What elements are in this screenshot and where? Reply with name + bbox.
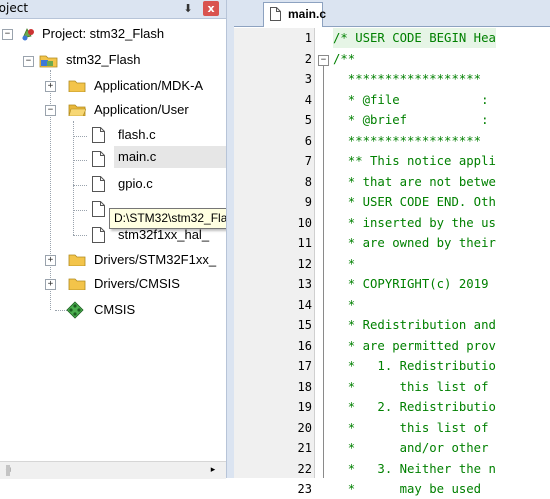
code-line[interactable]: /** xyxy=(333,49,355,69)
line-number: 17 xyxy=(297,359,312,373)
collapse-icon[interactable]: − xyxy=(45,105,56,116)
line-number: 7 xyxy=(304,154,312,168)
target-folder-icon xyxy=(39,55,58,68)
line-number: 4 xyxy=(304,92,312,107)
project-panel-title: roject xyxy=(0,1,29,15)
code-line[interactable]: ** This notice appli xyxy=(333,151,496,171)
line-number: 19 xyxy=(297,400,312,414)
close-icon[interactable]: x xyxy=(203,1,219,16)
fold-collapse-icon[interactable]: − xyxy=(318,55,329,66)
line-number: 20 xyxy=(297,420,312,435)
project-panel-header: roject ⬇ x xyxy=(0,0,226,19)
code-line[interactable]: * 3. Neither the n xyxy=(333,459,496,479)
code-line[interactable]: * that are not betwe xyxy=(333,172,496,192)
line-number: 18 xyxy=(297,379,312,394)
code-line[interactable]: * are owned by their xyxy=(333,233,496,253)
c-file-icon xyxy=(92,176,105,192)
scroll-thumb[interactable] xyxy=(6,465,10,476)
code-line[interactable]: * are permitted prov xyxy=(333,336,496,356)
line-number: 13 xyxy=(297,277,312,291)
tab-main-c[interactable]: main.c xyxy=(263,2,327,27)
tree-file-label-selected: main.c xyxy=(114,146,226,168)
code-line[interactable]: * USER CODE END. Oth xyxy=(333,192,496,212)
code-line[interactable]: ****************** xyxy=(333,69,481,89)
c-file-icon xyxy=(92,201,105,217)
expand-icon[interactable]: + xyxy=(45,279,56,290)
tree-item-cmsis[interactable]: CMSIS xyxy=(0,299,226,321)
code-line[interactable]: * may be used xyxy=(333,479,481,499)
code-line[interactable]: * 2. Redistributio xyxy=(333,397,496,417)
code-line[interactable]: * xyxy=(333,254,355,274)
code-line[interactable]: * this list of xyxy=(333,377,489,397)
collapse-icon[interactable]: − xyxy=(2,29,13,40)
code-line[interactable]: * xyxy=(333,295,355,315)
expand-icon[interactable]: + xyxy=(45,81,56,92)
tree-file-gpio[interactable]: gpio.c xyxy=(0,173,226,195)
project-panel: roject ⬇ x − Project: stm32_Flash − stm3… xyxy=(0,0,302,479)
tree-file-label: gpio.c xyxy=(118,176,153,191)
c-file-icon xyxy=(92,151,105,167)
project-icon xyxy=(22,28,34,41)
tree-group-label: Drivers/STM32F1xx_ xyxy=(94,252,217,267)
collapse-icon[interactable]: − xyxy=(23,56,34,67)
component-icon xyxy=(66,301,84,319)
line-number: 5 xyxy=(304,113,312,127)
line-number: 8 xyxy=(304,174,312,189)
tree-file-label: flash.c xyxy=(118,127,156,142)
line-number: 12 xyxy=(297,256,312,271)
folder-icon xyxy=(68,254,86,266)
folder-icon xyxy=(68,278,86,290)
tree-item-cmsis-label: CMSIS xyxy=(94,302,136,317)
c-file-icon xyxy=(92,127,105,143)
tree-item-target-label: stm32_Flash xyxy=(66,52,141,67)
c-file-icon xyxy=(92,227,105,243)
editor-tab-strip: main.c xyxy=(234,0,550,27)
line-number: 23 xyxy=(297,482,312,496)
folder-icon xyxy=(68,80,86,92)
scroll-right-icon[interactable]: ▸ xyxy=(205,462,221,479)
line-number: 6 xyxy=(304,133,312,148)
open-folder-icon xyxy=(68,104,86,116)
code-line[interactable]: * this list of xyxy=(333,418,489,438)
tree-file-main[interactable]: main.c xyxy=(0,146,226,170)
code-line[interactable]: * @brief : xyxy=(333,110,489,130)
code-line[interactable]: * Redistribution and xyxy=(333,315,496,335)
code-line[interactable]: * and/or other xyxy=(333,438,489,458)
c-file-icon xyxy=(270,7,281,21)
tree-group-drivers-stm32[interactable]: + Drivers/STM32F1xx_ xyxy=(0,249,226,271)
tab-label: main.c xyxy=(288,7,327,21)
code-line[interactable]: * inserted by the us xyxy=(333,213,496,233)
tree-group-application-user[interactable]: − Application/User xyxy=(0,99,226,121)
tree-group-application-mdk[interactable]: + Application/MDK-A xyxy=(0,75,226,97)
tree-group-label: Drivers/CMSIS xyxy=(94,276,180,291)
line-number: 9 xyxy=(304,195,312,209)
line-number: 11 xyxy=(297,236,312,250)
expand-icon[interactable]: + xyxy=(45,255,56,266)
pin-icon[interactable]: ⬇ xyxy=(181,2,195,16)
line-number: 22 xyxy=(297,461,312,476)
code-line[interactable]: * COPYRIGHT(c) 2019 xyxy=(333,274,489,294)
line-number: 21 xyxy=(297,441,312,455)
line-number: 14 xyxy=(297,297,312,312)
code-line[interactable]: /* USER CODE BEGIN Hea xyxy=(333,28,496,48)
line-number: 10 xyxy=(297,215,312,230)
fold-line xyxy=(323,66,324,478)
code-line[interactable]: ****************** xyxy=(333,131,481,151)
line-number: 3 xyxy=(304,72,312,86)
code-line[interactable]: * @file : xyxy=(333,90,489,110)
line-number: 1 xyxy=(304,31,312,45)
line-number: 2 xyxy=(304,51,312,66)
horizontal-scrollbar[interactable]: ◂ ▸ xyxy=(0,461,226,479)
code-line[interactable]: * 1. Redistributio xyxy=(333,356,496,376)
line-number: 15 xyxy=(297,318,312,332)
tree-group-label: Application/User xyxy=(94,102,189,117)
tree-file-flash[interactable]: flash.c xyxy=(0,124,226,146)
tree-item-project-label: Project: stm32_Flash xyxy=(42,26,165,41)
editor-area: main.c 1 2 3 4 5 6 7 8 9 10 11 12 13 14 15 16 17 18 19 20 21… xyxy=(234,0,550,496)
line-number: 16 xyxy=(297,338,312,353)
tree-item-target[interactable]: − stm32_Flash xyxy=(0,49,226,71)
tree-item-project[interactable]: − Project: stm32_Flash xyxy=(0,23,226,45)
tree-group-drivers-cmsis[interactable]: + Drivers/CMSIS xyxy=(0,273,226,295)
tree-group-label: Application/MDK-A xyxy=(94,78,204,93)
